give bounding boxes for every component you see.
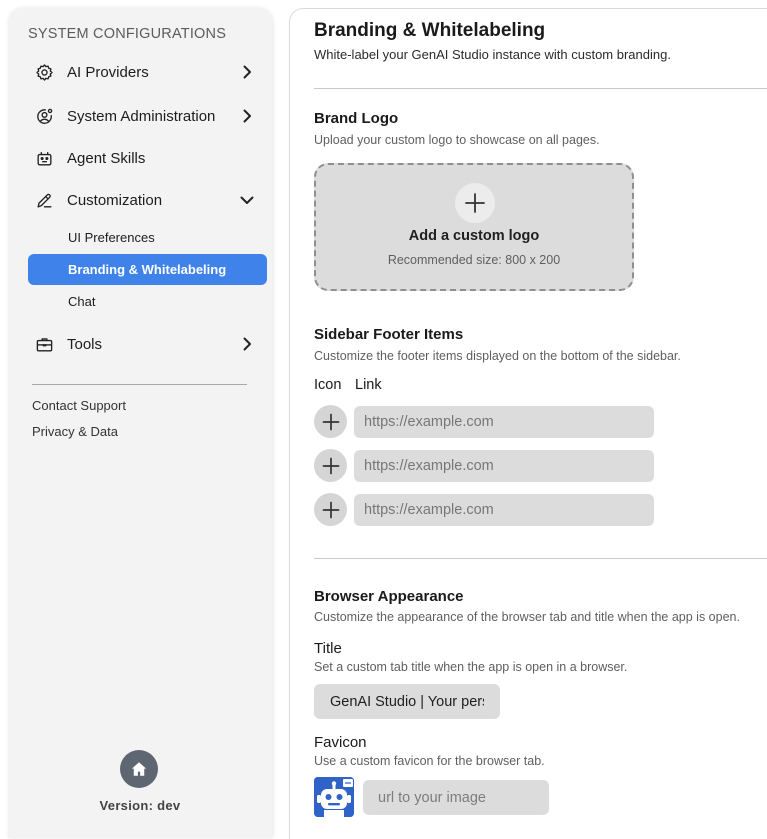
sidebar-subitem-branding-whitelabeling[interactable]: Branding & Whitelabeling (28, 254, 267, 285)
chevron-right-icon (243, 109, 251, 123)
favicon-preview-image[interactable] (314, 777, 354, 817)
upload-hint: Recommended size: 800 x 200 (387, 253, 561, 267)
plus-icon (455, 183, 495, 223)
sidebar-divider (32, 384, 247, 385)
chevron-right-icon (243, 65, 251, 79)
browser-appearance-description: Customize the appearance of the browser … (314, 610, 740, 624)
version-label: Version: dev (99, 798, 181, 813)
footer-link-input-3[interactable] (354, 494, 654, 526)
sidebar-item-label: Agent Skills (67, 149, 146, 167)
plus-icon (322, 457, 339, 474)
chevron-right-icon (243, 337, 251, 351)
chevron-down-icon (240, 196, 254, 204)
favicon-description: Use a custom favicon for the browser tab… (314, 754, 545, 768)
sidebar-subitem-chat[interactable]: Chat (28, 286, 267, 317)
logo-upload-dropzone[interactable]: Add a custom logo Recommended size: 800 … (314, 163, 634, 291)
sidebar-item-system-administration[interactable]: System Administration (28, 99, 267, 133)
brand-logo-description: Upload your custom logo to showcase on a… (314, 133, 600, 147)
robot-icon (314, 777, 354, 817)
sidebar-item-tools[interactable]: Tools (28, 327, 267, 361)
favicon-url-input[interactable] (363, 780, 549, 815)
sidebar-heading: SYSTEM CONFIGURATIONS (28, 26, 227, 42)
home-button[interactable] (120, 750, 158, 788)
upload-title: Add a custom logo (408, 228, 540, 244)
sidebar-item-ai-providers[interactable]: AI Providers (28, 55, 267, 89)
briefcase-icon (34, 334, 54, 354)
sidebar: SYSTEM CONFIGURATIONS AI Providers Syste… (8, 8, 272, 838)
privacy-data-link[interactable]: Privacy & Data (32, 424, 118, 439)
pencil-icon (34, 190, 54, 210)
sidebar-item-customization[interactable]: Customization (28, 183, 267, 217)
footer-icon-picker-2[interactable] (314, 449, 347, 482)
home-icon (131, 762, 147, 776)
gear-icon (34, 62, 54, 82)
page-title: Branding & Whitelabeling (314, 20, 546, 41)
user-gear-icon (34, 106, 54, 126)
sidebar-item-label: System Administration (67, 107, 216, 125)
plus-icon (322, 501, 339, 518)
contact-support-link[interactable]: Contact Support (32, 398, 126, 413)
sidebar-item-label: AI Providers (67, 63, 149, 81)
sidebar-item-label: Customization (67, 191, 163, 209)
page-subtitle: White-label your GenAI Studio instance w… (314, 47, 671, 62)
section-divider (314, 558, 767, 559)
main-panel: Branding & Whitelabeling White-label you… (289, 8, 767, 839)
footer-icon-picker-1[interactable] (314, 405, 347, 438)
icon-column-header: Icon (314, 377, 342, 393)
brand-logo-title: Brand Logo (314, 110, 399, 127)
footer-link-input-2[interactable] (354, 450, 654, 482)
plus-icon (322, 413, 339, 430)
sidebar-item-label: Tools (67, 335, 103, 353)
footer-items-description: Customize the footer items displayed on … (314, 349, 681, 363)
footer-items-title: Sidebar Footer Items (314, 326, 464, 343)
sidebar-item-agent-skills[interactable]: Agent Skills (28, 141, 267, 175)
section-divider (314, 88, 767, 89)
link-column-header: Link (355, 377, 382, 393)
footer-link-input-1[interactable] (354, 406, 654, 438)
browser-appearance-title: Browser Appearance (314, 588, 464, 605)
favicon-label: Favicon (314, 734, 367, 751)
tab-title-description: Set a custom tab title when the app is o… (314, 660, 628, 674)
robot-icon (34, 148, 54, 168)
tab-title-input[interactable] (314, 684, 500, 719)
sidebar-subitem-ui-preferences[interactable]: UI Preferences (28, 222, 267, 253)
footer-icon-picker-3[interactable] (314, 493, 347, 526)
tab-title-label: Title (314, 640, 342, 657)
